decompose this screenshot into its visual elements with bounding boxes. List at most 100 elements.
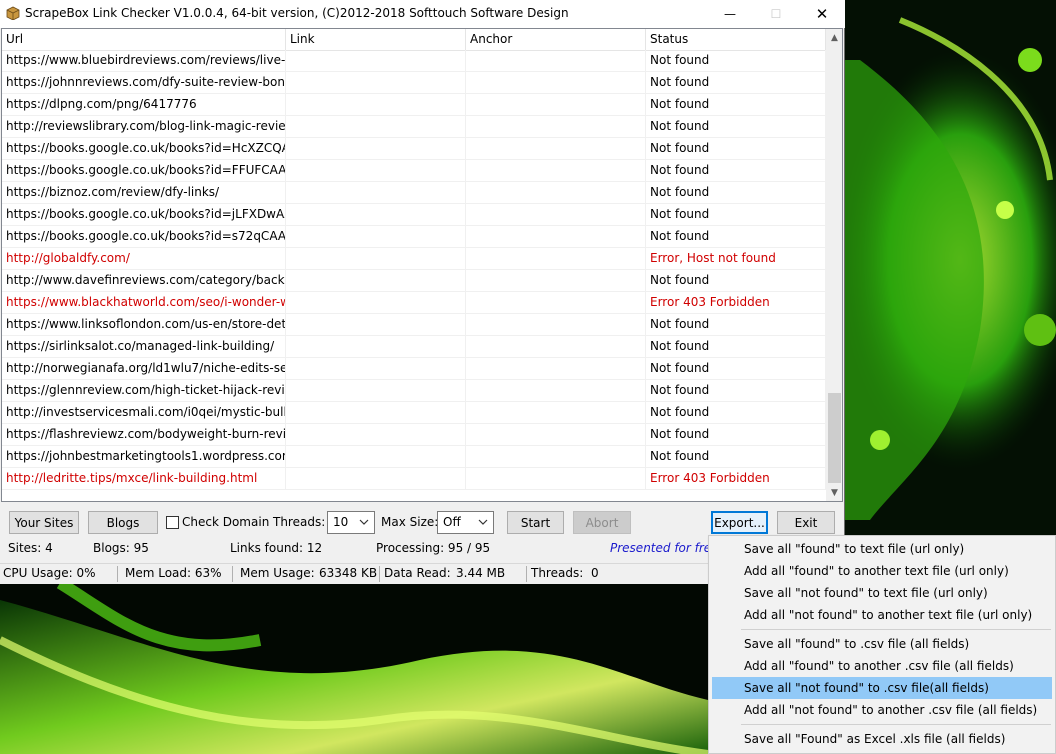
- abort-button[interactable]: Abort: [573, 511, 631, 534]
- export-menu-item[interactable]: Add all "found" to another text file (ur…: [712, 560, 1052, 582]
- table-row[interactable]: https://www.bluebirdreviews.com/reviews/…: [2, 50, 826, 72]
- cell-link: [286, 226, 466, 248]
- table-row[interactable]: https://johnnreviews.com/dfy-suite-revie…: [2, 72, 826, 94]
- mem-usage-label: Mem Usage:: [240, 566, 315, 580]
- export-menu-item[interactable]: Add all "not found" to another text file…: [712, 604, 1052, 626]
- export-menu-item[interactable]: Add all "not found" to another .csv file…: [712, 699, 1052, 721]
- cell-url: http://reviewslibrary.com/blog-link-magi…: [2, 116, 286, 138]
- export-menu-item[interactable]: Add all "found" to another .csv file (al…: [712, 655, 1052, 677]
- threads-select[interactable]: 10: [327, 511, 375, 534]
- table-row[interactable]: https://flashreviewz.com/bodyweight-burn…: [2, 424, 826, 446]
- links-found-count: Links found: 12: [230, 541, 323, 555]
- cell-url: https://johnbestmarketingtools1.wordpres…: [2, 446, 286, 468]
- cell-url: http://norwegianafa.org/ld1wlu7/niche-ed…: [2, 358, 286, 380]
- cell-url: https://www.linksoflondon.com/us-en/stor…: [2, 314, 286, 336]
- cell-anchor: [466, 182, 646, 204]
- scroll-thumb[interactable]: [828, 393, 841, 483]
- table-row[interactable]: https://books.google.co.uk/books?id=FFUF…: [2, 160, 826, 182]
- export-menu-item[interactable]: Save all "found" to text file (url only): [712, 538, 1052, 560]
- table-row[interactable]: https://www.blackhatworld.com/seo/i-wond…: [2, 292, 826, 314]
- cell-anchor: [466, 204, 646, 226]
- cell-anchor: [466, 468, 646, 490]
- cell-anchor: [466, 292, 646, 314]
- check-domain-label[interactable]: Check Domain: [182, 515, 269, 529]
- window-title: ScrapeBox Link Checker V1.0.0.4, 64-bit …: [25, 6, 569, 20]
- table-row[interactable]: https://books.google.co.uk/books?id=HcXZ…: [2, 138, 826, 160]
- cell-status: Not found: [646, 358, 826, 380]
- cell-status: Not found: [646, 226, 826, 248]
- cell-anchor: [466, 336, 646, 358]
- cell-link: [286, 204, 466, 226]
- cell-url: https://books.google.co.uk/books?id=FFUF…: [2, 160, 286, 182]
- table-row[interactable]: http://norwegianafa.org/ld1wlu7/niche-ed…: [2, 358, 826, 380]
- cell-anchor: [466, 116, 646, 138]
- maximize-button[interactable]: ☐: [753, 0, 799, 28]
- cell-anchor: [466, 248, 646, 270]
- cell-anchor: [466, 226, 646, 248]
- export-button[interactable]: Export...: [711, 511, 768, 534]
- export-menu-item[interactable]: Save all "not found" to text file (url o…: [712, 582, 1052, 604]
- table-row[interactable]: https://glennreview.com/high-ticket-hija…: [2, 380, 826, 402]
- table-row[interactable]: http://reviewslibrary.com/blog-link-magi…: [2, 116, 826, 138]
- chevron-down-icon: [358, 515, 370, 529]
- cell-link: [286, 424, 466, 446]
- close-button[interactable]: ✕: [799, 0, 845, 28]
- close-icon: ✕: [815, 5, 829, 23]
- cell-link: [286, 380, 466, 402]
- scroll-down-icon[interactable]: ▼: [826, 484, 842, 501]
- scroll-up-icon[interactable]: ▲: [826, 29, 842, 46]
- export-menu-item[interactable]: Save all "not found" to .csv file(all fi…: [712, 677, 1052, 699]
- threads-value: 10: [333, 515, 349, 529]
- cell-anchor: [466, 94, 646, 116]
- cell-link: [286, 358, 466, 380]
- results-list[interactable]: Url Link Anchor Status https://www.blueb…: [1, 28, 843, 502]
- threads-label: Threads:: [273, 515, 326, 529]
- export-menu-item[interactable]: Save all "found" to .csv file (all field…: [712, 633, 1052, 655]
- cell-link: [286, 446, 466, 468]
- menu-separator: [741, 629, 1051, 630]
- column-header-link[interactable]: Link: [286, 29, 466, 50]
- title-bar[interactable]: ScrapeBox Link Checker V1.0.0.4, 64-bit …: [0, 0, 845, 28]
- table-row[interactable]: https://sirlinksalot.co/managed-link-bui…: [2, 336, 826, 358]
- app-box-icon: [6, 6, 20, 20]
- cell-status: Not found: [646, 50, 826, 72]
- table-row[interactable]: https://books.google.co.uk/books?id=jLFX…: [2, 204, 826, 226]
- max-size-select[interactable]: Off: [437, 511, 494, 534]
- column-header-status[interactable]: Status: [646, 29, 826, 50]
- check-domain-checkbox[interactable]: [166, 516, 179, 529]
- cell-url: https://books.google.co.uk/books?id=jLFX…: [2, 204, 286, 226]
- cell-link: [286, 314, 466, 336]
- table-row[interactable]: https://www.linksoflondon.com/us-en/stor…: [2, 314, 826, 336]
- table-row[interactable]: http://investservicesmali.com/i0qei/myst…: [2, 402, 826, 424]
- table-row[interactable]: https://books.google.co.uk/books?id=s72q…: [2, 226, 826, 248]
- column-header-anchor[interactable]: Anchor: [466, 29, 646, 50]
- table-row[interactable]: https://dlpng.com/png/6417776 Not found: [2, 94, 826, 116]
- minimize-button[interactable]: —: [707, 0, 753, 28]
- column-header-url[interactable]: Url: [2, 29, 286, 50]
- max-size-label: Max Size:: [381, 515, 439, 529]
- blogs-count: Blogs: 95: [93, 541, 149, 555]
- promo-link[interactable]: Presented for free: [610, 541, 719, 555]
- cell-anchor: [466, 402, 646, 424]
- blogs-button[interactable]: Blogs: [88, 511, 158, 534]
- table-row[interactable]: http://www.davefinreviews.com/category/b…: [2, 270, 826, 292]
- table-row[interactable]: http://globaldfy.com/Error, Host not fou…: [2, 248, 826, 270]
- export-menu: Save all "found" to text file (url only)…: [708, 535, 1056, 754]
- cell-url: https://johnnreviews.com/dfy-suite-revie…: [2, 72, 286, 94]
- vertical-scrollbar[interactable]: ▲ ▼: [826, 29, 842, 501]
- cell-url: https://sirlinksalot.co/managed-link-bui…: [2, 336, 286, 358]
- export-menu-item[interactable]: Save all "Found" as Excel .xls file (all…: [712, 728, 1052, 750]
- cell-status: Not found: [646, 314, 826, 336]
- cell-link: [286, 94, 466, 116]
- cell-link: [286, 402, 466, 424]
- table-row[interactable]: http://ledritte.tips/mxce/link-building.…: [2, 468, 826, 490]
- your-sites-button[interactable]: Your Sites: [9, 511, 79, 534]
- cell-url: https://glennreview.com/high-ticket-hija…: [2, 380, 286, 402]
- table-row[interactable]: https://johnbestmarketingtools1.wordpres…: [2, 446, 826, 468]
- exit-button[interactable]: Exit: [777, 511, 835, 534]
- cell-url: https://dlpng.com/png/6417776: [2, 94, 286, 116]
- cell-anchor: [466, 314, 646, 336]
- minimize-icon: —: [724, 7, 736, 21]
- start-button[interactable]: Start: [507, 511, 564, 534]
- table-row[interactable]: https://biznoz.com/review/dfy-links/Not …: [2, 182, 826, 204]
